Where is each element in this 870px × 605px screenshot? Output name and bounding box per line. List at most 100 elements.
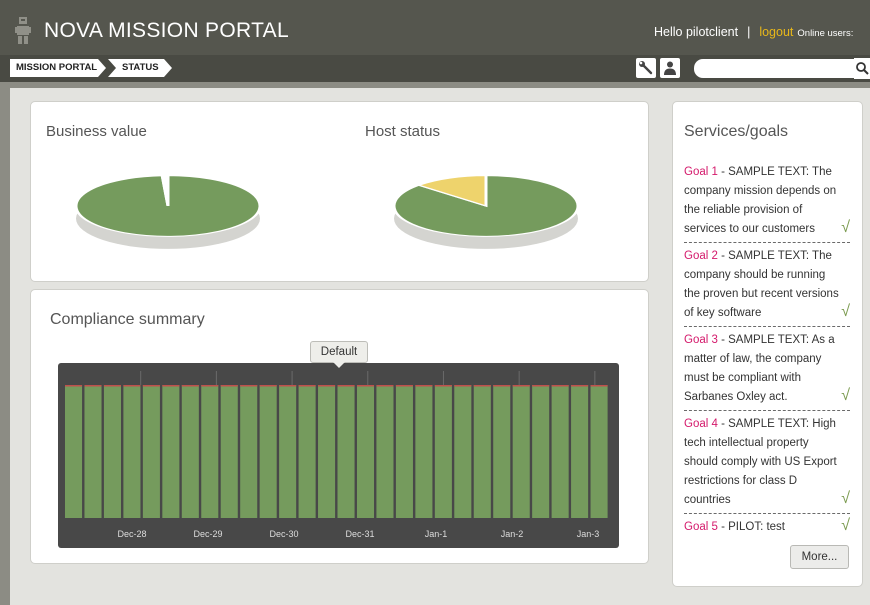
bar[interactable] xyxy=(103,385,121,518)
user-profile-button[interactable] xyxy=(660,58,680,78)
more-button[interactable]: More... xyxy=(790,545,849,569)
bar[interactable] xyxy=(337,385,355,518)
bar-top-marker xyxy=(590,385,608,387)
bar-top-marker xyxy=(240,385,258,387)
wrench-icon xyxy=(639,61,653,75)
user-icon xyxy=(664,61,676,75)
app-title: NOVA MISSION PORTAL xyxy=(44,19,289,42)
bar[interactable] xyxy=(123,385,141,518)
bar-top-marker xyxy=(259,385,277,387)
bar[interactable] xyxy=(142,385,160,518)
goal-item[interactable]: Goal 2 - SAMPLE TEXT: The company should… xyxy=(684,247,850,323)
bar-top-marker xyxy=(356,385,375,387)
bar[interactable] xyxy=(395,385,413,518)
search-button[interactable] xyxy=(854,58,870,79)
host-status-title: Host status xyxy=(365,123,441,140)
goal-item[interactable]: Goal 3 - SAMPLE TEXT: As a matter of law… xyxy=(684,331,850,407)
x-tick-label: Jan-1 xyxy=(425,529,448,539)
x-tick-label: Dec-30 xyxy=(269,529,298,539)
bar-top-marker xyxy=(493,385,511,387)
bar[interactable] xyxy=(181,385,199,518)
bar[interactable] xyxy=(84,385,102,518)
bar-top-marker xyxy=(395,385,413,387)
breadcrumb-mission-portal[interactable]: MISSION PORTAL xyxy=(10,59,106,77)
bar[interactable] xyxy=(551,385,569,518)
bar[interactable] xyxy=(298,385,316,518)
goal-name[interactable]: Goal 5 xyxy=(684,521,718,533)
bar[interactable] xyxy=(493,385,511,518)
bar[interactable] xyxy=(512,385,530,518)
bar[interactable] xyxy=(259,385,277,518)
tooltip-arrow xyxy=(333,362,345,368)
online-users-label: Online users: xyxy=(797,28,854,39)
goals-list: Goal 1 - SAMPLE TEXT: The company missio… xyxy=(684,163,850,537)
x-tick-label: Jan-3 xyxy=(577,529,600,539)
bar[interactable] xyxy=(201,385,219,518)
robot-icon xyxy=(15,17,31,44)
bar-top-marker xyxy=(298,385,316,387)
x-tick-label: Jan-2 xyxy=(501,529,524,539)
goal-name[interactable]: Goal 1 xyxy=(684,166,718,178)
goal-item[interactable]: Goal 1 - SAMPLE TEXT: The company missio… xyxy=(684,163,850,239)
bar-top-marker xyxy=(220,385,238,387)
bar-top-marker xyxy=(434,385,452,387)
bar[interactable] xyxy=(571,385,589,518)
bar[interactable] xyxy=(532,385,550,518)
bar[interactable] xyxy=(434,385,452,518)
bar-top-marker xyxy=(454,385,472,387)
header-separator: | xyxy=(747,25,751,39)
bar[interactable] xyxy=(240,385,258,518)
checkmark-icon: √ xyxy=(841,387,850,404)
x-tick-label: Dec-31 xyxy=(345,529,374,539)
logout-link[interactable]: logout xyxy=(759,25,793,39)
goal-name[interactable]: Goal 4 xyxy=(684,418,718,430)
bar[interactable] xyxy=(65,385,83,518)
bar[interactable] xyxy=(356,385,375,518)
goal-item[interactable]: Goal 5 - PILOT: test √ xyxy=(684,518,850,537)
bar-top-marker xyxy=(201,385,219,387)
bar-top-marker xyxy=(318,385,336,387)
user-greeting-area: Hello pilotclient | logout Online users: xyxy=(654,25,853,39)
bar-top-marker xyxy=(65,385,83,387)
bar[interactable] xyxy=(279,385,297,518)
bar-top-marker xyxy=(376,385,394,387)
bar-top-marker xyxy=(279,385,297,387)
services-goals-title: Services/goals xyxy=(684,123,789,140)
bar-top-marker xyxy=(181,385,199,387)
bar[interactable] xyxy=(454,385,472,518)
breadcrumb-status[interactable]: STATUS xyxy=(108,59,172,77)
bar[interactable] xyxy=(376,385,394,518)
bar[interactable] xyxy=(473,385,491,518)
tools-button[interactable] xyxy=(636,58,656,78)
goal-name[interactable]: Goal 2 xyxy=(684,250,718,262)
checkmark-icon: √ xyxy=(841,490,850,507)
bar-top-marker xyxy=(142,385,160,387)
bar-top-marker xyxy=(162,385,180,387)
goal-divider xyxy=(684,513,850,514)
bar-top-marker xyxy=(473,385,491,387)
bar[interactable] xyxy=(318,385,336,518)
goal-description: - SAMPLE TEXT: High tech intellectual pr… xyxy=(684,418,837,506)
bar[interactable] xyxy=(415,385,433,518)
business-value-title: Business value xyxy=(46,123,147,140)
x-tick-label: Dec-29 xyxy=(193,529,222,539)
checkmark-icon: √ xyxy=(841,303,850,320)
goal-description: - PILOT: test xyxy=(717,521,785,533)
compliance-chart: Dec-28 Dec-29 Dec-30 Dec-31 Jan-1 Jan-2 Jan-3 xyxy=(58,363,619,548)
x-tick-label: Dec-28 xyxy=(117,529,146,539)
bar-top-marker xyxy=(512,385,530,387)
compliance-bar-chart: Dec-28 Dec-29 Dec-30 Dec-31 Jan-1 Jan-2 Jan-3 xyxy=(65,371,608,539)
bar-top-marker xyxy=(84,385,102,387)
goal-item[interactable]: Goal 4 - SAMPLE TEXT: High tech intellec… xyxy=(684,415,850,510)
checkmark-icon: √ xyxy=(841,517,850,534)
bar-top-marker xyxy=(532,385,550,387)
goal-name[interactable]: Goal 3 xyxy=(684,334,718,346)
compliance-summary-title: Compliance summary xyxy=(50,311,205,328)
bar[interactable] xyxy=(590,385,608,518)
greeting-text: Hello pilotclient xyxy=(654,25,739,39)
goal-divider xyxy=(684,410,850,411)
search-input[interactable] xyxy=(694,59,854,78)
bar[interactable] xyxy=(162,385,180,518)
series-tooltip: Default xyxy=(310,341,368,363)
bar[interactable] xyxy=(220,385,238,518)
